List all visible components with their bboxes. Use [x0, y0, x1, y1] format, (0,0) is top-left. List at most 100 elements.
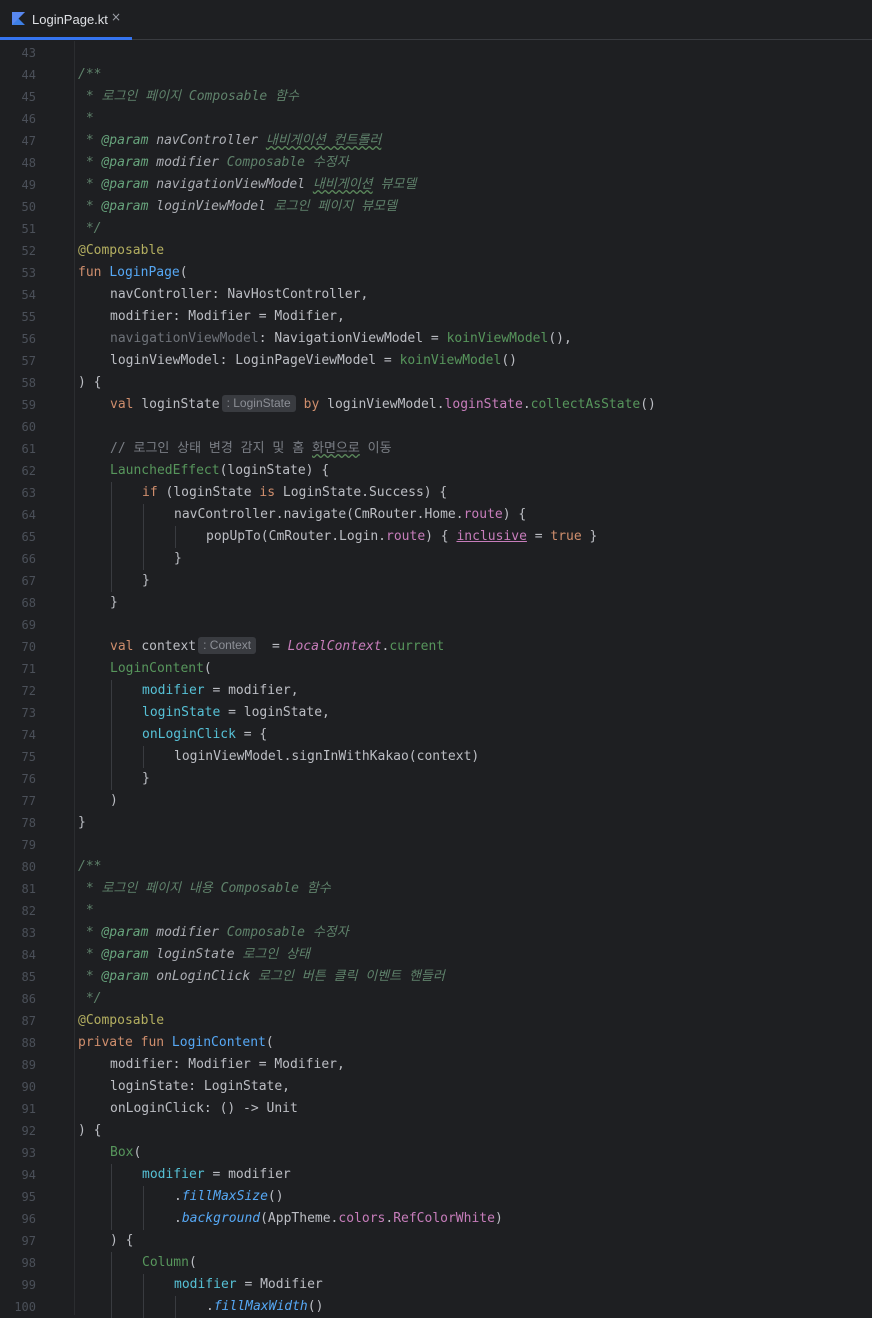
active-tab-indicator: [0, 37, 132, 40]
code-line[interactable]: 71 LoginContent(: [0, 658, 872, 680]
code-token: (): [307, 1299, 324, 1314]
code-line[interactable]: 73 loginState = loginState,: [0, 702, 872, 724]
code-line[interactable]: 59 val loginState: LoginState by loginView…: [0, 394, 872, 416]
code-token: @param: [101, 177, 157, 192]
code-line[interactable]: 85 * @param onLoginClick 로그인 버튼 클릭 이벤트 핸…: [0, 966, 872, 988]
line-number: 78: [21, 816, 36, 830]
indent-guide: [111, 1274, 112, 1296]
code-line[interactable]: 98 Column(: [0, 1252, 872, 1274]
code-token: LaunchedEffect: [110, 463, 220, 478]
code-line[interactable]: 72 modifier = modifier,: [0, 680, 872, 702]
code-text: LoginContent(: [110, 658, 212, 680]
code-line[interactable]: 80 /**: [0, 856, 872, 878]
code-line[interactable]: 67}: [0, 570, 872, 592]
code-line[interactable]: 55 modifier: Modifier = Modifier,: [0, 306, 872, 328]
code-token: LoginState.Success) {: [282, 485, 448, 500]
code-line[interactable]: 75 loginViewModel.signInWithKakao(context…: [0, 746, 872, 768]
tab-loginpage-kt[interactable]: LoginPage.kt ×: [0, 0, 132, 40]
code-line[interactable]: 63 if (loginState is LoginState.Success) …: [0, 482, 872, 504]
code-line[interactable]: 77): [0, 790, 872, 812]
code-line[interactable]: 87 @Composable: [0, 1010, 872, 1032]
code-line[interactable]: 96 .background(AppTheme.colors.RefColorWh…: [0, 1208, 872, 1230]
code-token: loginState: [141, 397, 220, 412]
code-token: fillMaxSize: [181, 1189, 268, 1204]
line-number: 49: [21, 178, 36, 192]
code-line[interactable]: 86 */: [0, 988, 872, 1010]
code-line[interactable]: 56 navigationViewModel: NavigationViewMod…: [0, 328, 872, 350]
code-line[interactable]: 78}: [0, 812, 872, 834]
line-number: 44: [21, 68, 36, 82]
code-line[interactable]: 46 *: [0, 108, 872, 130]
code-line[interactable]: 74 onLoginClick = {: [0, 724, 872, 746]
code-line[interactable]: 88 private fun LoginContent(: [0, 1032, 872, 1054]
code-line[interactable]: 61 // 로그인 상태 변경 감지 및 홈 화면으로 이동: [0, 438, 872, 460]
code-line[interactable]: 70 val context: Context = LocalContext.cu…: [0, 636, 872, 658]
line-number: 51: [21, 222, 36, 236]
code-line[interactable]: 65 popUpTo(CmRouter.Login.route) { inclus…: [0, 526, 872, 548]
code-line[interactable]: 44 /**: [0, 64, 872, 86]
code-line[interactable]: 84 * @param loginState 로그인 상태: [0, 944, 872, 966]
code-line[interactable]: 92) {: [0, 1120, 872, 1142]
code-line[interactable]: 82 *: [0, 900, 872, 922]
code-line[interactable]: 76}: [0, 768, 872, 790]
code-line[interactable]: 50 * @param loginViewModel 로그인 페이지 뷰모델: [0, 196, 872, 218]
code-line[interactable]: 94 modifier = modifier: [0, 1164, 872, 1186]
code-line[interactable]: 91 onLoginClick: () -> Unit: [0, 1098, 872, 1120]
indent-guide: [111, 1208, 112, 1230]
code-token: ) {: [78, 375, 102, 390]
code-line[interactable]: 58) {: [0, 372, 872, 394]
code-token: = modifier: [204, 1167, 291, 1182]
code-token: = loginState,: [220, 705, 330, 720]
code-line[interactable]: 89 modifier: Modifier = Modifier,: [0, 1054, 872, 1076]
code-token: @Composable: [78, 243, 165, 258]
code-token: }: [581, 529, 598, 544]
close-icon[interactable]: ×: [111, 10, 121, 24]
code-line[interactable]: 62 LaunchedEffect(loginState) {: [0, 460, 872, 482]
code-line[interactable]: 81 * 로그인 페이지 내용 Composable 함수: [0, 878, 872, 900]
code-line[interactable]: 69: [0, 614, 872, 636]
code-line[interactable]: 97) {: [0, 1230, 872, 1252]
code-text: * @param onLoginClick 로그인 버튼 클릭 이벤트 핸들러: [78, 966, 445, 988]
code-text: navigationViewModel: NavigationViewModel…: [110, 328, 572, 350]
code-token: // 로그인 상태 변경 감지 및 홈: [110, 441, 313, 456]
code-line[interactable]: 68}: [0, 592, 872, 614]
code-line[interactable]: 51 */: [0, 218, 872, 240]
code-token: 로그인 상태: [242, 947, 311, 962]
code-line[interactable]: 60: [0, 416, 872, 438]
code-line[interactable]: 52 @Composable: [0, 240, 872, 262]
code-token: modifier: Modifier = Modifier,: [110, 1057, 345, 1072]
code-token: }: [142, 573, 150, 588]
code-line[interactable]: 47 * @param navController 내비게이션 컨트롤러: [0, 130, 872, 152]
code-line[interactable]: 45 * 로그인 페이지 Composable 함수: [0, 86, 872, 108]
code-token: @param: [101, 155, 157, 170]
code-token: .: [522, 397, 531, 412]
code-token: fun: [78, 265, 110, 280]
code-line[interactable]: 53 fun LoginPage(: [0, 262, 872, 284]
code-token: true: [550, 529, 582, 544]
code-line[interactable]: 48 * @param modifier Composable 수정자: [0, 152, 872, 174]
code-text: modifier: Modifier = Modifier,: [110, 306, 345, 328]
code-token: *: [78, 969, 102, 984]
code-line[interactable]: 93 Box(: [0, 1142, 872, 1164]
code-text: LaunchedEffect(loginState) {: [110, 460, 329, 482]
code-editor[interactable]: 43 44/** 45 * 로그인 페이지 Composable 함수 46 * 47 …: [0, 41, 872, 1318]
code-line[interactable]: 66}: [0, 548, 872, 570]
code-token: 로그인 페이지 뷰모델: [273, 199, 397, 214]
line-number: 71: [21, 662, 36, 676]
line-number: 98: [21, 1256, 36, 1270]
line-number: 82: [21, 904, 36, 918]
code-line[interactable]: 43: [0, 42, 872, 64]
code-token: onLoginClick: [142, 727, 236, 742]
code-line[interactable]: 99 modifier = Modifier: [0, 1274, 872, 1296]
code-line[interactable]: 49 * @param navigationViewModel 내비게이션 뷰모…: [0, 174, 872, 196]
code-token: 뷰모델: [372, 177, 417, 192]
code-line[interactable]: 90 loginState: LoginState,: [0, 1076, 872, 1098]
code-line[interactable]: 95 .fillMaxSize(): [0, 1186, 872, 1208]
line-number: 65: [21, 530, 36, 544]
code-line[interactable]: 54 navController: NavHostController,: [0, 284, 872, 306]
code-text: *: [78, 900, 94, 922]
code-line[interactable]: 64 navController.navigate(CmRouter.Home.r…: [0, 504, 872, 526]
code-line[interactable]: 79: [0, 834, 872, 856]
code-line[interactable]: 57 loginViewModel: LoginPageViewModel = k…: [0, 350, 872, 372]
code-line[interactable]: 83 * @param modifier Composable 수정자: [0, 922, 872, 944]
